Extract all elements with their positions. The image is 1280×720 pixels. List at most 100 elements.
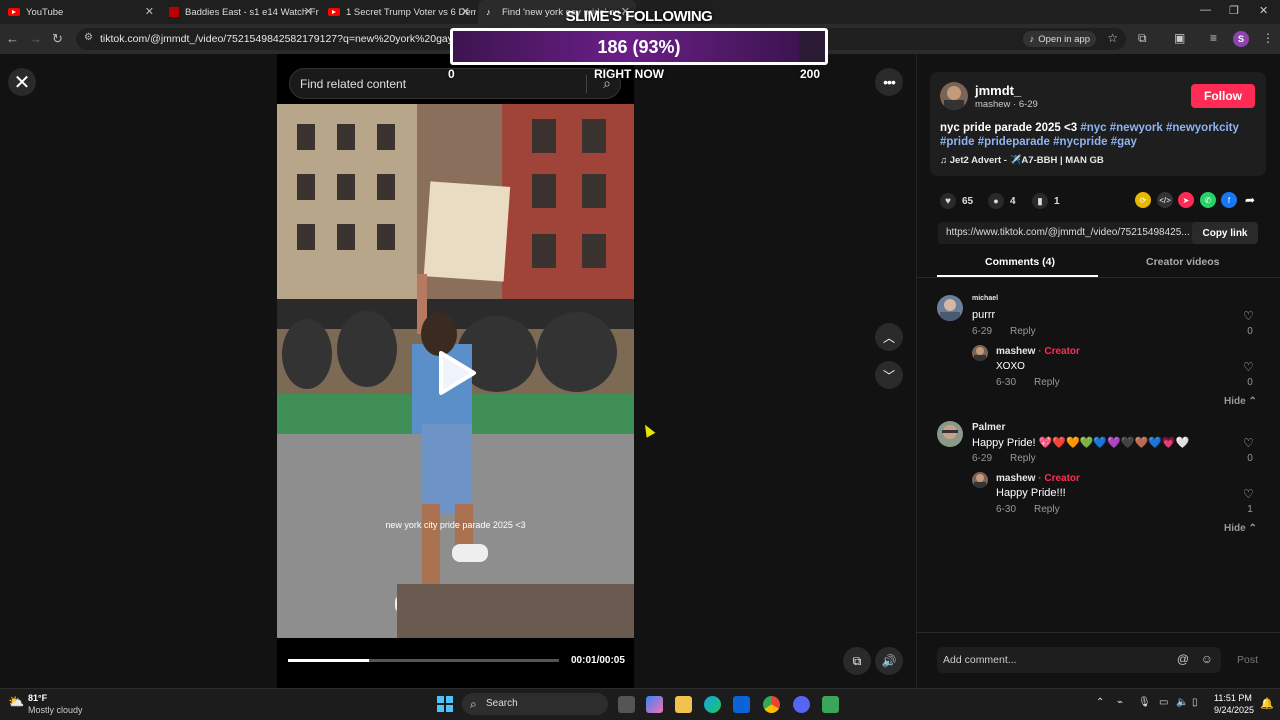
reload-icon[interactable]: ↻ — [52, 31, 63, 47]
browser-tab[interactable]: Baddies East - s1 e14 Watch Fr ✕ — [161, 0, 319, 24]
hide-replies-button[interactable]: Hide ⌃ — [1224, 523, 1257, 534]
send-icon[interactable]: ➤ — [1178, 192, 1194, 208]
hashtag-link[interactable]: #prideparade — [978, 136, 1050, 148]
facebook-icon[interactable]: f — [1221, 192, 1237, 208]
extensions-icon[interactable]: ⧉ — [1138, 31, 1147, 46]
embed-icon[interactable]: </> — [1157, 192, 1173, 208]
clock-time[interactable]: 11:51 PM — [1214, 693, 1252, 703]
author-username[interactable]: jmmdt_ — [975, 83, 1021, 98]
discord-icon[interactable] — [793, 696, 810, 713]
video-time: 00:01/00:05 — [571, 655, 625, 666]
tray-battery-icon[interactable]: ▯ — [1192, 697, 1198, 708]
comment-like-icon[interactable]: ♡ — [1243, 487, 1254, 501]
url-text[interactable]: tiktok.com/@jmmdt_/video/752154984258217… — [100, 33, 506, 45]
tray-volume-icon[interactable]: 🔈 — [1176, 697, 1188, 708]
close-tab-icon[interactable]: ✕ — [304, 5, 313, 18]
author-avatar[interactable] — [940, 82, 968, 110]
hashtag-link[interactable]: #gay — [1111, 136, 1137, 148]
comment-like-icon[interactable]: ♡ — [1243, 309, 1254, 323]
whatsapp-icon[interactable]: ✆ — [1200, 192, 1216, 208]
reply-button[interactable]: Reply — [1010, 326, 1036, 337]
pip-icon: ⧉ — [852, 653, 862, 668]
media-control-icon[interactable]: ≡ — [1210, 31, 1217, 45]
reply-button[interactable]: Reply — [1034, 504, 1060, 515]
comment-stat[interactable]: ● 4 — [988, 193, 1016, 209]
tab-comments[interactable]: Comments (4) — [985, 256, 1055, 268]
forward-icon[interactable]: → — [29, 31, 42, 46]
task-view-icon[interactable] — [618, 696, 635, 713]
outlook-icon[interactable] — [733, 696, 750, 713]
taskbar-search[interactable]: ⌕ Search — [462, 693, 608, 715]
share-link-text[interactable]: https://www.tiktok.com/@jmmdt_/video/752… — [946, 227, 1190, 238]
tab-creator-videos[interactable]: Creator videos — [1146, 256, 1220, 268]
hashtag-link[interactable]: #nyc — [1080, 122, 1106, 134]
sidebar-icon[interactable]: ▣ — [1174, 31, 1185, 45]
video-progress-bar[interactable] — [288, 659, 559, 662]
play-icon[interactable] — [437, 350, 477, 396]
weather-temperature[interactable]: 81°F — [28, 693, 47, 703]
hashtag-link[interactable]: #newyork — [1110, 122, 1163, 134]
reply-button[interactable]: Reply — [1034, 377, 1060, 388]
app-icon[interactable] — [822, 696, 839, 713]
bookmark-star-icon[interactable]: ☆ — [1107, 31, 1118, 45]
close-window-icon[interactable]: ✕ — [1259, 4, 1268, 17]
share-arrow-icon[interactable]: ➦ — [1242, 192, 1258, 208]
back-icon[interactable]: ← — [6, 31, 19, 46]
close-video-button[interactable]: ✕ — [8, 68, 36, 96]
notification-bell-icon[interactable]: 🔔 — [1260, 697, 1274, 710]
browser-tab[interactable]: YouTube ✕ — [0, 0, 160, 24]
reply-avatar[interactable] — [972, 472, 988, 488]
repost-icon[interactable]: ⟳ — [1135, 192, 1151, 208]
comment-like-icon[interactable]: ♡ — [1243, 360, 1254, 374]
music-info[interactable]: ♫ Jet2 Advert - ✈️A7-BBH | MAN GB — [940, 155, 1104, 166]
site-settings-icon[interactable]: ⚙ — [84, 32, 93, 43]
floating-player-button[interactable]: ⧉ — [843, 647, 871, 675]
tray-network-icon[interactable]: ⌁ — [1117, 697, 1123, 708]
more-options-button[interactable]: ••• — [875, 68, 903, 96]
file-explorer-icon[interactable] — [675, 696, 692, 713]
profile-avatar[interactable]: S — [1233, 31, 1249, 47]
mention-icon[interactable]: @ — [1177, 652, 1189, 666]
restore-icon[interactable]: ❐ — [1229, 4, 1239, 17]
reply-button[interactable]: Reply — [1010, 453, 1036, 464]
browser-menu-icon[interactable]: ⋮ — [1262, 31, 1274, 45]
weather-description[interactable]: Mostly cloudy — [28, 705, 83, 715]
like-stat[interactable]: ♥ 65 — [940, 193, 973, 209]
tray-mic-icon[interactable]: 🎙 — [1138, 697, 1151, 708]
follow-button[interactable]: Follow — [1191, 84, 1255, 108]
weather-icon[interactable]: ⛅ — [8, 694, 24, 710]
tray-chevron-icon[interactable]: ⌃ — [1096, 697, 1104, 708]
reply-username[interactable]: mashew — [996, 346, 1035, 357]
reply-avatar[interactable] — [972, 345, 988, 361]
hide-replies-button[interactable]: Hide ⌃ — [1224, 396, 1257, 407]
share-link-box: https://www.tiktok.com/@jmmdt_/video/752… — [938, 222, 1258, 244]
windows-start-icon[interactable] — [437, 696, 453, 712]
add-comment-input[interactable]: Add comment... @ ☺ — [937, 647, 1221, 673]
netflix-icon — [169, 7, 179, 17]
clock-date[interactable]: 9/24/2025 — [1214, 705, 1254, 715]
commenter-avatar[interactable] — [937, 295, 963, 321]
reply-username[interactable]: mashew — [996, 473, 1035, 484]
open-in-app-button[interactable]: ♪ Open in app — [1023, 31, 1096, 47]
save-stat[interactable]: ▮ 1 — [1032, 193, 1060, 209]
comment-username[interactable]: michael — [972, 295, 998, 302]
comment-like-icon[interactable]: ♡ — [1243, 436, 1254, 450]
hashtag-link[interactable]: #nycpride — [1053, 136, 1107, 148]
emoji-icon[interactable]: ☺ — [1201, 652, 1213, 666]
tray-display-icon[interactable]: ▭ — [1159, 697, 1168, 708]
chrome-icon[interactable] — [763, 696, 780, 713]
comment-username[interactable]: Palmer — [972, 422, 1005, 433]
copy-link-button[interactable]: Copy link — [1192, 222, 1258, 244]
minimize-icon[interactable]: — — [1200, 4, 1211, 16]
hashtag-link[interactable]: #pride — [940, 136, 975, 148]
edge-icon[interactable] — [704, 696, 721, 713]
close-tab-icon[interactable]: ✕ — [145, 5, 154, 18]
previous-video-button[interactable]: ︿ — [875, 323, 903, 351]
commenter-avatar[interactable] — [937, 421, 963, 447]
volume-button[interactable]: 🔊 — [875, 647, 903, 675]
copilot-icon[interactable] — [646, 696, 663, 713]
find-related-search[interactable]: Find related content ⌕ — [289, 68, 621, 99]
next-video-button[interactable]: ﹀ — [875, 361, 903, 389]
hashtag-link[interactable]: #newyorkcity — [1166, 122, 1239, 134]
post-button[interactable]: Post — [1237, 654, 1258, 666]
